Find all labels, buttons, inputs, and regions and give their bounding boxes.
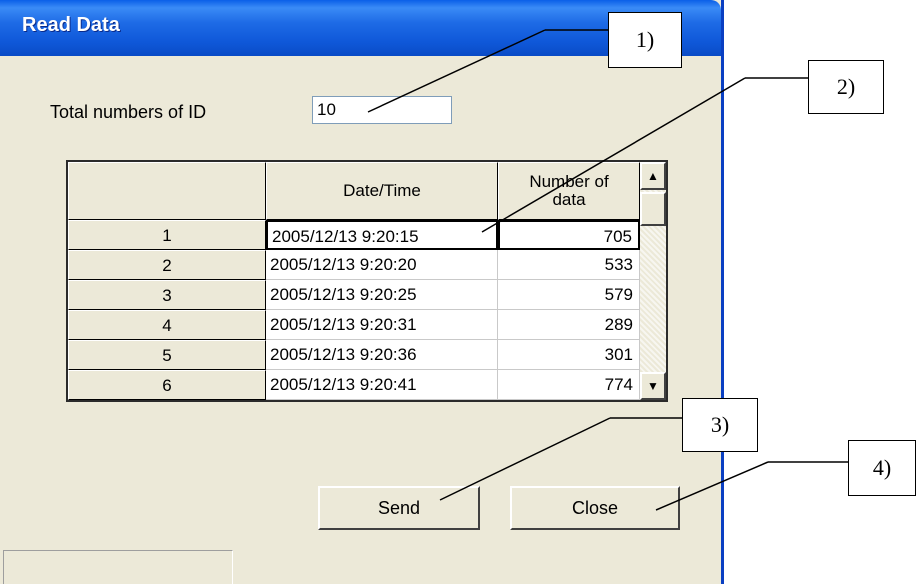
table-row[interactable]: 2 2005/12/13 9:20:20 533	[68, 250, 640, 280]
table-row[interactable]: 4 2005/12/13 9:20:31 289	[68, 310, 640, 340]
scroll-up-button[interactable]: ▲	[640, 162, 666, 190]
callout-1: 1)	[608, 12, 682, 68]
number-of-data-cell[interactable]: 579	[498, 280, 640, 310]
row-header[interactable]: 3	[68, 280, 266, 310]
date-time-cell[interactable]: 2005/12/13 9:20:20	[266, 250, 498, 280]
callout-4: 4)	[848, 440, 916, 496]
row-header[interactable]: 4	[68, 310, 266, 340]
date-time-cell[interactable]: 2005/12/13 9:20:25	[266, 280, 498, 310]
callout-3: 3)	[682, 398, 758, 452]
date-time-cell[interactable]: 2005/12/13 9:20:36	[266, 340, 498, 370]
triangle-down-icon: ▼	[647, 379, 659, 393]
status-bar	[3, 550, 233, 584]
vertical-scrollbar[interactable]: ▲ ▼	[640, 162, 666, 400]
read-data-window: Read Data Total numbers of ID Date/Time …	[0, 0, 724, 584]
table-row[interactable]: 1 2005/12/13 9:20:15 705	[68, 220, 640, 250]
close-button[interactable]: Close	[510, 486, 680, 530]
number-of-data-cell[interactable]: 774	[498, 370, 640, 400]
table-row[interactable]: 5 2005/12/13 9:20:36 301	[68, 340, 640, 370]
table-row[interactable]: 3 2005/12/13 9:20:25 579	[68, 280, 640, 310]
number-of-data-cell[interactable]: 289	[498, 310, 640, 340]
callout-2: 2)	[808, 60, 884, 114]
triangle-up-icon: ▲	[647, 169, 659, 183]
number-of-data-cell[interactable]: 301	[498, 340, 640, 370]
scroll-down-button[interactable]: ▼	[640, 372, 666, 400]
row-header[interactable]: 5	[68, 340, 266, 370]
row-header[interactable]: 6	[68, 370, 266, 400]
date-time-cell[interactable]: 2005/12/13 9:20:41	[266, 370, 498, 400]
total-ids-label: Total numbers of ID	[50, 102, 207, 122]
table-row[interactable]: 6 2005/12/13 9:20:41 774	[68, 370, 640, 400]
scrollbar-thumb[interactable]	[640, 192, 666, 226]
send-button[interactable]: Send	[318, 486, 480, 530]
row-header[interactable]: 2	[68, 250, 266, 280]
date-time-cell[interactable]: 2005/12/13 9:20:31	[266, 310, 498, 340]
row-header[interactable]: 1	[68, 220, 266, 250]
column-header-number-of-data[interactable]: Number of data	[498, 162, 640, 220]
column-header-date-time[interactable]: Date/Time	[266, 162, 498, 220]
data-grid: Date/Time Number of data 1 2005/12/13 9:…	[66, 160, 668, 402]
date-time-cell[interactable]: 2005/12/13 9:20:15	[266, 220, 498, 250]
number-of-data-cell[interactable]: 705	[498, 220, 640, 250]
number-of-data-cell[interactable]: 533	[498, 250, 640, 280]
grid-corner-header	[68, 162, 266, 220]
window-title: Read Data	[22, 14, 120, 36]
total-ids-input[interactable]	[312, 96, 452, 124]
